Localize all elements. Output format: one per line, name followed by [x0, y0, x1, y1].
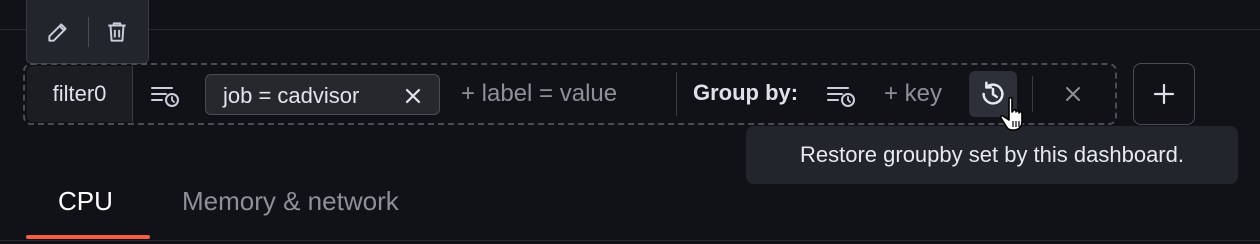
- panel-edit-toolbar: [26, 0, 149, 64]
- tabs-divider: [0, 240, 1260, 241]
- pencil-icon: [48, 23, 67, 42]
- filter-chip[interactable]: job = cadvisor: [205, 74, 440, 115]
- tab-cpu[interactable]: CPU: [58, 186, 113, 217]
- tab-memory-network[interactable]: Memory & network: [182, 186, 399, 217]
- filter-options-button[interactable]: [148, 80, 182, 110]
- active-tab-indicator: [26, 235, 150, 239]
- remove-filter-icon[interactable]: [403, 86, 423, 106]
- groupby-history-icon: [827, 87, 855, 107]
- filter-name: filter0: [27, 66, 133, 122]
- trash-icon: [108, 22, 126, 42]
- add-label-input[interactable]: + label = value: [461, 80, 617, 108]
- clear-all-icon[interactable]: [1062, 83, 1084, 105]
- clear-separator: [1032, 76, 1033, 112]
- group-by-label: Group by:: [693, 80, 799, 105]
- toolbar-separator: [88, 17, 89, 47]
- plus-icon: [1153, 83, 1175, 105]
- restore-tooltip: Restore groupby set by this dashboard.: [746, 126, 1238, 184]
- add-key-input[interactable]: + key: [884, 80, 942, 108]
- top-divider: [0, 29, 1260, 30]
- groupby-separator: [676, 72, 677, 116]
- delete-button[interactable]: [102, 17, 132, 47]
- add-filter-button[interactable]: [1133, 63, 1195, 125]
- groupby-options-button[interactable]: [824, 80, 858, 110]
- filter-chip-label: job = cadvisor: [223, 83, 360, 108]
- hand-cursor-icon: [1000, 96, 1023, 131]
- edit-button[interactable]: [43, 17, 73, 47]
- filter-history-icon: [151, 87, 179, 107]
